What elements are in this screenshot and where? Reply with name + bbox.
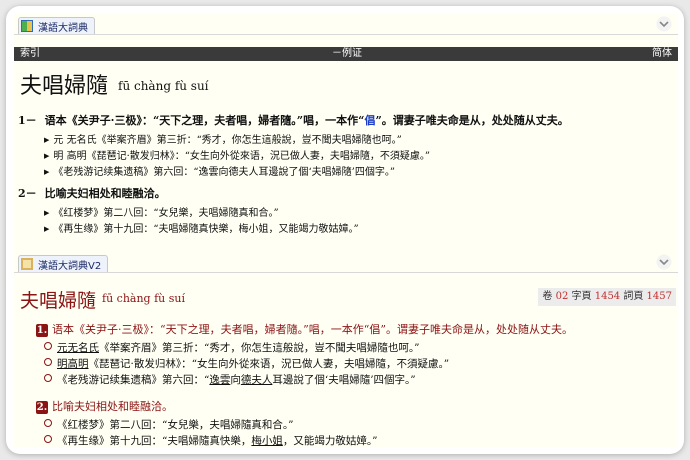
circle-bullet-icon	[44, 374, 52, 382]
pinyin-v2: fū chàng fù suí	[102, 292, 185, 305]
name-link[interactable]: 逸雲	[209, 374, 230, 386]
example-item: ▶ 明 高明《琵琶记·散发归林》：“女生向外從來语，況已做人妻，夫唱婦隨，不須疑慮…	[44, 151, 430, 162]
triangle-bullet-icon: ▶	[44, 136, 50, 144]
book-icon	[21, 20, 33, 32]
dict2-tab-label: 漢語大詞典V2	[38, 260, 102, 272]
chevron-down-icon[interactable]	[656, 254, 672, 270]
example-item: ▶ 元 无名氏《举案齐眉》第三折：“秀才，你怎生這般說，豈不聞夫唱婦隨也呵。”	[44, 135, 402, 146]
headword: 夫唱婦隨	[20, 74, 109, 99]
triangle-bullet-icon: ▶	[44, 168, 50, 176]
example-item: ▶ 《红楼梦》第二八回：“女兒樂，夫唱婦隨真和合。”	[44, 208, 279, 219]
sense-2-v2: 2. 比喻夫妇相处和睦融洽。	[36, 400, 173, 414]
example-item: ▶ 《老残游记续集遗稿》第六回：“逸雲向德夫人耳邊說了個‘夫唱婦隨’四個字。”	[44, 167, 395, 178]
circle-bullet-icon	[44, 419, 52, 427]
circle-bullet-icon	[44, 342, 52, 350]
example-item: 《再生缘》第十九回：“夫唱婦隨真快樂，梅小姐，又能竭力敬姑嫜。”	[44, 433, 378, 448]
author-link[interactable]: 元无名氏	[57, 342, 99, 354]
dict1-header: 漢語大詞典	[14, 14, 678, 35]
sense-1-v2: 1. 语本《关尹子·三极》：“天下之理，夫者唱，婦者隨。”唱，一本作“倡”。谓妻子…	[36, 323, 573, 337]
chevron-down-icon[interactable]	[656, 16, 672, 32]
triangle-bullet-icon: ▶	[44, 152, 50, 160]
sense-1: 1－ 语本《关尹子·三极》：“天下之理，夫者唱，婦者隨。”唱，一本作“倡”。谓妻子…	[18, 114, 569, 127]
variant-link[interactable]: 倡	[364, 114, 375, 127]
sense-number-badge: 1.	[36, 324, 48, 337]
content-pane: 漢語大詞典 索引 －例证 简体 夫唱婦隨 fū chàng fù suí 1－语…	[14, 14, 678, 448]
sense-2: 2－ 比喻夫妇相处和睦融洽。	[18, 187, 166, 200]
example-item: 明高明《琵琶记·散发归林》：“女生向外從來语，況已做人妻，夫唱婦隨，不須疑慮。”	[44, 356, 449, 371]
index-link[interactable]: 索引	[20, 47, 40, 61]
sense-number-badge: 2.	[36, 401, 48, 414]
index-bar: 索引 －例证 简体	[14, 47, 678, 61]
headword-v2: 夫唱婦隨	[20, 290, 97, 312]
window-frame: 漢語大詞典 索引 －例证 简体 夫唱婦隨 fū chàng fù suí 1－语…	[6, 6, 684, 454]
triangle-bullet-icon: ▶	[44, 209, 50, 217]
name-link[interactable]: 梅小姐	[251, 435, 283, 447]
dict1-tab[interactable]: 漢語大詞典	[18, 17, 95, 34]
book-icon	[21, 258, 33, 270]
example-item: ▶ 《再生缘》第十九回：“夫唱婦隨真快樂，梅小姐，又能竭力敬姑嫜。”	[44, 224, 359, 235]
example-item: 《红楼梦》第二八回：“女兒樂，夫唱婦隨真和合。”	[44, 417, 294, 432]
dict2-header: 漢語大詞典V2	[14, 252, 678, 273]
circle-bullet-icon	[44, 358, 52, 366]
author-link[interactable]: 明高明	[57, 358, 89, 370]
example-item: 元无名氏《举案齐眉》第三折：“秀才，你怎生這般說，豈不聞夫唱婦隨也呵。”	[44, 340, 420, 355]
dict2-tab[interactable]: 漢語大詞典V2	[18, 255, 109, 272]
triangle-bullet-icon: ▶	[44, 225, 50, 233]
example-toggle[interactable]: －例证	[332, 47, 362, 61]
dict1-tab-label: 漢語大詞典	[38, 22, 88, 34]
volume-page-badge: 卷 02 字頁 1454 詞頁 1457	[538, 288, 676, 306]
pinyin: fū chàng fù suí	[118, 79, 209, 93]
simplified-toggle[interactable]: 简体	[652, 47, 672, 61]
example-item: 《老残游记续集遗稿》第六回：“逸雲向德夫人耳邊說了個‘夫唱婦隨’四個字。”	[44, 372, 416, 387]
circle-bullet-icon	[44, 435, 52, 443]
name-link[interactable]: 德夫人	[241, 374, 273, 386]
